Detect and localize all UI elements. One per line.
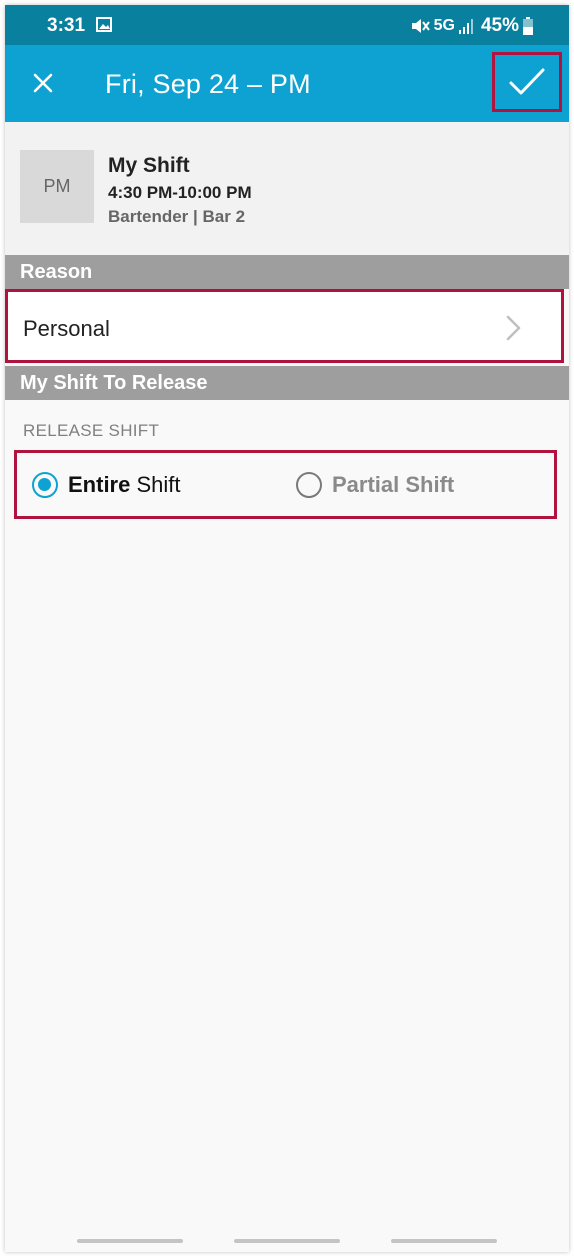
partial-shift-radio[interactable] — [296, 472, 322, 498]
release-shift-caption: RELEASE SHIFT — [23, 421, 160, 440]
shift-role: Bartender | Bar 2 — [108, 207, 246, 226]
phone-screen: 3:31 5G 45% Fri, Sep 24 – PM PM My Shift… — [5, 5, 569, 1252]
shift-title: My Shift — [108, 154, 190, 177]
battery-icon — [523, 17, 533, 35]
image-icon — [96, 17, 112, 32]
nav-back-gesture[interactable] — [77, 1239, 183, 1243]
reason-section-header: Reason — [5, 255, 569, 289]
battery-percent: 45% — [480, 15, 519, 36]
close-icon — [33, 73, 53, 93]
release-section-header: My Shift To Release — [5, 366, 569, 400]
shift-avatar: PM — [20, 150, 94, 223]
shift-summary: PM My Shift 4:30 PM-10:00 PM Bartender |… — [5, 122, 569, 257]
status-bar: 3:31 5G 45% — [5, 5, 569, 45]
status-time: 3:31 — [47, 15, 86, 36]
signal-icon — [458, 19, 473, 34]
reason-value: Personal — [23, 316, 110, 341]
nav-recents-gesture[interactable] — [391, 1239, 497, 1243]
entire-shift-radio[interactable] — [32, 472, 58, 498]
close-button[interactable] — [23, 63, 63, 103]
status-indicators: 5G 45% — [410, 15, 533, 37]
chevron-right-icon — [506, 315, 521, 341]
entire-shift-option[interactable]: Entire Shift — [32, 469, 181, 501]
partial-shift-label: Partial Shift — [332, 472, 455, 497]
check-icon — [509, 68, 545, 95]
shift-time: 4:30 PM-10:00 PM — [108, 183, 252, 202]
mute-icon — [411, 19, 430, 33]
nav-home-gesture[interactable] — [234, 1239, 340, 1243]
entire-shift-label: Entire Shift — [68, 472, 181, 497]
reason-selector[interactable]: Personal — [5, 289, 564, 363]
confirm-button[interactable] — [492, 52, 562, 112]
app-bar: Fri, Sep 24 – PM — [5, 45, 569, 122]
network-label: 5G — [433, 17, 455, 34]
page-title: Fri, Sep 24 – PM — [105, 69, 311, 99]
partial-shift-option[interactable]: Partial Shift — [296, 469, 454, 501]
release-type-radio-group: Entire Shift Partial Shift — [14, 450, 557, 519]
system-nav-bar — [5, 1229, 569, 1252]
